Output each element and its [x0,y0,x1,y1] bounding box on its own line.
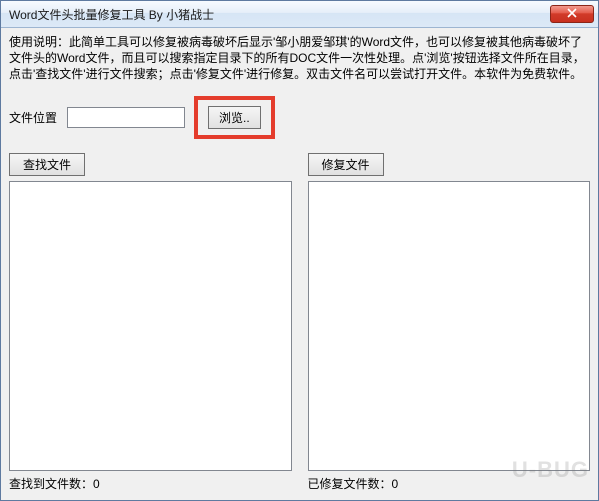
instructions-text: 使用说明：此简单工具可以修复被病毒破坏后显示'邹小朋爱邹琪'的Word文件，也可… [9,34,590,82]
window-title: Word文件头批量修复工具 By 小猪战士 [9,6,550,23]
repair-files-button[interactable]: 修复文件 [308,153,384,176]
repaired-count-value: 0 [392,477,399,491]
close-button[interactable] [550,5,594,23]
repair-column: 修复文件 已修复文件数：0 [308,153,591,492]
titlebar: Word文件头批量修复工具 By 小猪战士 [1,1,598,28]
browse-button[interactable]: 浏览.. [208,106,261,129]
repaired-files-list[interactable] [308,181,591,471]
client-area: 使用说明：此简单工具可以修复被病毒破坏后显示'邹小朋爱邹琪'的Word文件，也可… [1,28,598,500]
lists-area: 查找文件 查找到文件数：0 修复文件 已修复文件数：0 [9,153,590,492]
browse-highlight: 浏览.. [194,96,275,139]
close-icon [567,7,577,21]
main-window: Word文件头批量修复工具 By 小猪战士 使用说明：此简单工具可以修复被病毒破… [0,0,599,501]
repaired-count-label: 已修复文件数： [308,477,392,491]
repaired-count-row: 已修复文件数：0 [308,475,591,492]
found-files-list[interactable] [9,181,292,471]
found-count-row: 查找到文件数：0 [9,475,292,492]
file-path-row: 文件位置 浏览.. [9,96,590,139]
found-count-label: 查找到文件数： [9,477,93,491]
search-files-button[interactable]: 查找文件 [9,153,85,176]
search-column: 查找文件 查找到文件数：0 [9,153,292,492]
file-path-input[interactable] [67,107,185,128]
found-count-value: 0 [93,477,100,491]
file-path-label: 文件位置 [9,109,61,126]
